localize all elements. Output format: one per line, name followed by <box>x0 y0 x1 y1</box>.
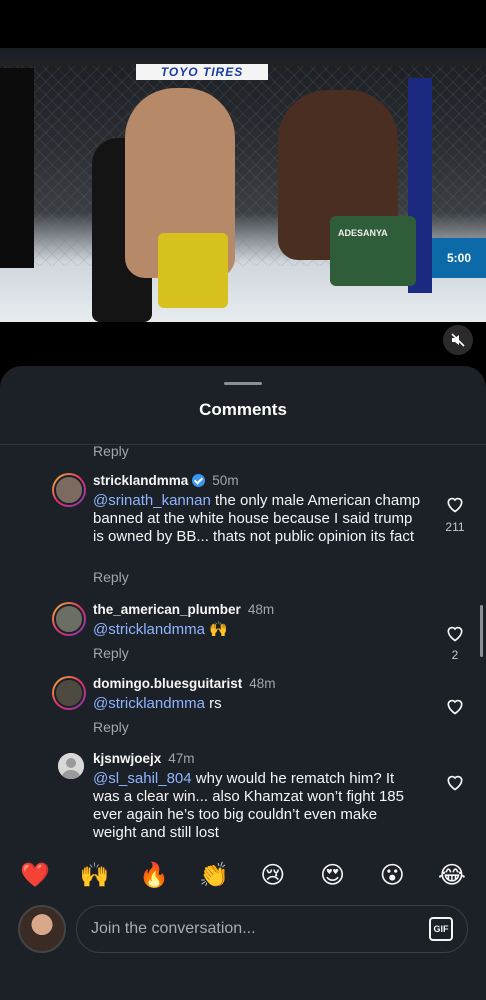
speaker-muted-icon <box>451 333 465 347</box>
heart-icon[interactable] <box>445 494 465 514</box>
emoji-clap[interactable]: 👏 <box>199 861 229 889</box>
heart-icon[interactable] <box>445 696 465 716</box>
comment-header: the_american_plumber 48m <box>93 602 274 617</box>
emoji-laugh[interactable]: 😂 <box>438 861 466 889</box>
mention-link[interactable]: @stricklandmma <box>93 695 205 712</box>
heart-icon[interactable] <box>445 772 465 792</box>
avatar[interactable] <box>52 676 86 710</box>
drag-handle[interactable] <box>224 382 262 385</box>
video-area[interactable]: TOYO TIRES ADESANYA 5:00 <box>0 0 486 372</box>
emoji-heart[interactable]: ❤️ <box>20 861 50 889</box>
comment-text: @stricklandmma 🙌 <box>93 621 423 639</box>
timestamp: 48m <box>247 602 275 617</box>
mention-link[interactable]: @srinath_kannan <box>93 492 211 509</box>
comment-header: domingo.bluesguitarist 48m <box>93 676 276 691</box>
my-avatar[interactable] <box>18 905 66 953</box>
comment-composer: Join the conversation... GIF <box>0 900 486 960</box>
like-count: 2 <box>451 648 459 662</box>
comments-list[interactable]: Reply stricklandmma 50m @srinath_kannan … <box>0 445 486 841</box>
mute-button[interactable] <box>443 325 473 355</box>
emoji-cry[interactable]: 😢 <box>259 861 287 889</box>
emoji-quick-bar: ❤️ 🙌 🔥 👏 😢 😍 😮 😂 <box>0 855 486 895</box>
mention-link[interactable]: @stricklandmma <box>93 621 205 638</box>
reply-button[interactable]: Reply <box>93 569 129 585</box>
avatar[interactable] <box>52 473 86 507</box>
comment-text: @stricklandmma rs <box>93 695 423 713</box>
default-avatar-icon <box>61 758 81 779</box>
emoji-surprised[interactable]: 😮 <box>378 861 406 889</box>
username[interactable]: kjsnwjoejx <box>93 751 161 766</box>
verified-badge-icon <box>192 474 206 487</box>
scrollbar[interactable] <box>480 605 483 657</box>
comment-header: kjsnwjoejx 47m <box>93 751 195 766</box>
username[interactable]: the_american_plumber <box>93 602 241 617</box>
emoji-heart-eyes[interactable]: 😍 <box>319 861 347 889</box>
comment-text: @srinath_kannan the only male American c… <box>93 492 423 546</box>
mention-link[interactable]: @sl_sahil_804 <box>93 770 192 787</box>
username[interactable]: domingo.bluesguitarist <box>93 676 242 691</box>
fighter-right-shorts: ADESANYA <box>330 216 416 286</box>
emoji-raised-hands[interactable]: 🙌 <box>80 861 110 889</box>
emoji-fire[interactable]: 🔥 <box>139 861 169 889</box>
avatar[interactable] <box>58 753 84 779</box>
sheet-title: Comments <box>199 400 287 419</box>
arena-sign: 5:00 <box>432 238 486 278</box>
comment-body: rs <box>204 695 222 712</box>
fighter-left-shorts <box>158 233 228 308</box>
reply-button[interactable]: Reply <box>93 645 129 661</box>
heart-icon[interactable] <box>445 623 465 643</box>
timestamp: 50m <box>212 473 239 488</box>
sponsor-banner: TOYO TIRES <box>136 64 268 80</box>
gif-button[interactable]: GIF <box>429 917 453 941</box>
username[interactable]: stricklandmma <box>93 473 188 488</box>
cage-post-left <box>0 68 34 268</box>
comment-body: 🙌 <box>204 621 228 638</box>
shorts-text: ADESANYA <box>338 228 388 238</box>
timestamp: 48m <box>249 676 276 691</box>
comment-header: stricklandmma 50m <box>93 473 239 488</box>
reply-button[interactable]: Reply <box>93 445 129 459</box>
comment-input-placeholder: Join the conversation... <box>91 920 256 937</box>
comment-text: @sl_sahil_804 why would he rematch him? … <box>93 770 423 841</box>
bottom-safe-area <box>0 960 486 1000</box>
video-player[interactable]: TOYO TIRES ADESANYA 5:00 <box>0 48 486 322</box>
avatar[interactable] <box>52 602 86 636</box>
timestamp: 47m <box>168 751 195 766</box>
comment-input[interactable]: Join the conversation... GIF <box>76 905 468 953</box>
like-count: 211 <box>445 520 465 534</box>
reply-button[interactable]: Reply <box>93 719 129 735</box>
